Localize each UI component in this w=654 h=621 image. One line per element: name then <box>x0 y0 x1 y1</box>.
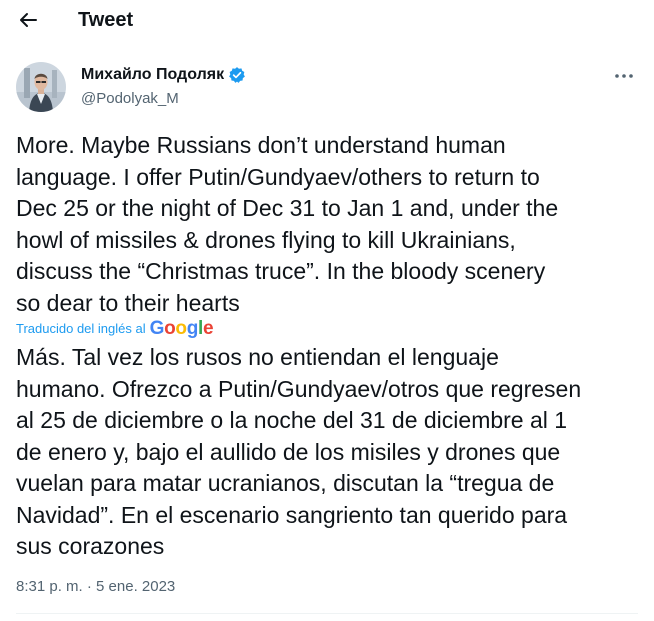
avatar[interactable] <box>16 62 66 112</box>
page-title: Tweet <box>78 9 134 31</box>
divider <box>16 613 638 614</box>
google-logo: Google <box>149 318 214 339</box>
author-name[interactable]: Михайло Подоляк <box>81 65 246 85</box>
translated-by-label: Traducido del inglés al <box>16 321 146 336</box>
author-handle[interactable]: @Podolyak_M <box>81 89 179 109</box>
tweet-text: More. Maybe Russians don’t understand hu… <box>16 132 559 316</box>
author-name-text: Михайло Подоляк <box>81 66 225 83</box>
verified-badge-icon <box>228 66 246 84</box>
more-options-icon[interactable] <box>612 66 636 86</box>
arrow-left-icon[interactable] <box>14 6 42 34</box>
translated-tweet-text: Más. Tal vez los rusos no entiendan el l… <box>16 344 582 559</box>
tweet-header: Tweet <box>0 0 654 40</box>
tweet-timestamp[interactable]: 8:31 p. m. · 5 ene. 2023 <box>16 577 175 597</box>
translated-by-link[interactable]: Traducido del inglés al Google <box>16 318 214 340</box>
